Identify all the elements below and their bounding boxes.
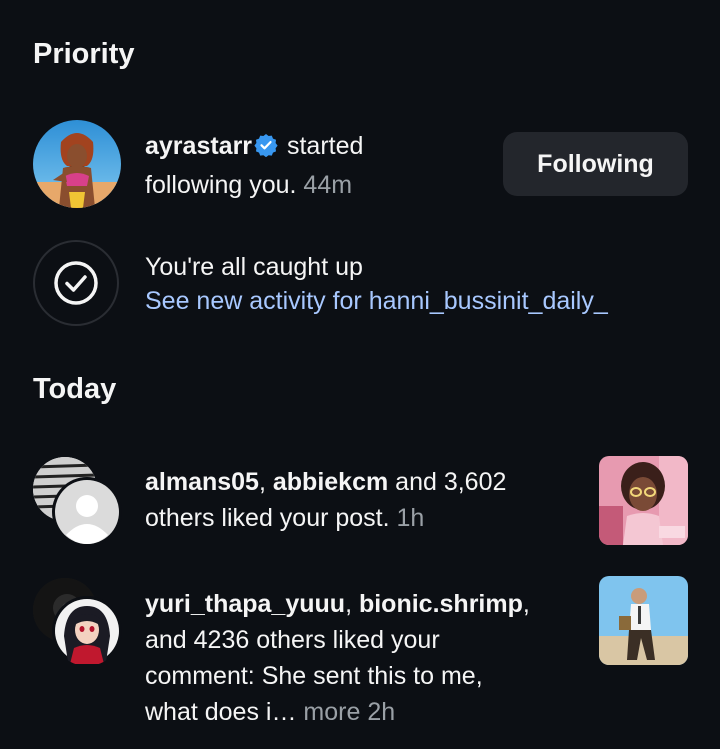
notification-like-post[interactable]: almans05, abbiekcm and 3,602 others like… [0,455,720,550]
notification-text: ayrastarr started following you. 44m [145,128,485,203]
timestamp: 1h [389,504,425,532]
like-comment-line-3: comment: She sent this to me, [145,662,483,690]
separator: , [522,590,530,618]
like-comment-text: yuri_thapa_yuuu, bionic.shrimp, and 4236… [145,586,585,730]
caught-up-title: You're all caught up [145,253,363,281]
notification-like-comment[interactable]: yuri_thapa_yuuu, bionic.shrimp, and 4236… [0,576,720,730]
like-count-text: and 3,602 [388,468,507,496]
username-yuri-thapa-yuuu[interactable]: yuri_thapa_yuuu [145,590,345,618]
avatar-abbiekcm[interactable] [52,477,122,547]
post-thumbnail[interactable] [599,456,688,545]
check-circle-container [33,240,119,326]
post-image [599,456,688,545]
caught-up-text: You're all caught up See new activity fo… [145,250,705,318]
username-abbiekcm[interactable]: abbiekcm [273,468,388,496]
avatar-image [55,599,119,664]
like-comment-line-2: and 4236 others liked your [145,626,440,654]
avatar-image [33,120,121,208]
section-title-priority: Priority [33,38,135,70]
separator: , [345,590,359,618]
see-new-activity-link[interactable]: See new activity for hanni_bussinit_dail… [145,287,608,315]
separator: , [258,468,273,496]
verified-badge-icon [254,131,278,167]
timestamp: 44m [296,171,353,199]
check-circle-icon [54,261,98,305]
avatar-bionic-shrimp[interactable] [52,596,122,666]
following-button[interactable]: Following [503,132,688,196]
more-link[interactable]: more [296,698,360,726]
like-action-text: others liked your post. [145,504,390,532]
username-ayrastarr[interactable]: ayrastarr [145,132,252,160]
like-comment-line-4: what does i… [145,698,297,726]
caught-up-row: You're all caught up See new activity fo… [0,240,720,330]
username-almans05[interactable]: almans05 [145,468,259,496]
notification-follow[interactable]: ayrastarr started following you. 44m Fol… [0,120,720,210]
notification-action-text-2: following you. [145,171,297,199]
username-bionic-shrimp[interactable]: bionic.shrimp [359,590,523,618]
like-post-text: almans05, abbiekcm and 3,602 others like… [145,464,565,536]
comment-post-thumbnail[interactable] [599,576,688,665]
notification-action-text: started [280,132,364,160]
default-avatar-icon [55,480,119,544]
post-image [599,576,688,665]
avatar-ayrastarr[interactable] [33,120,121,208]
section-title-today: Today [33,373,117,405]
timestamp: 2h [360,698,396,726]
